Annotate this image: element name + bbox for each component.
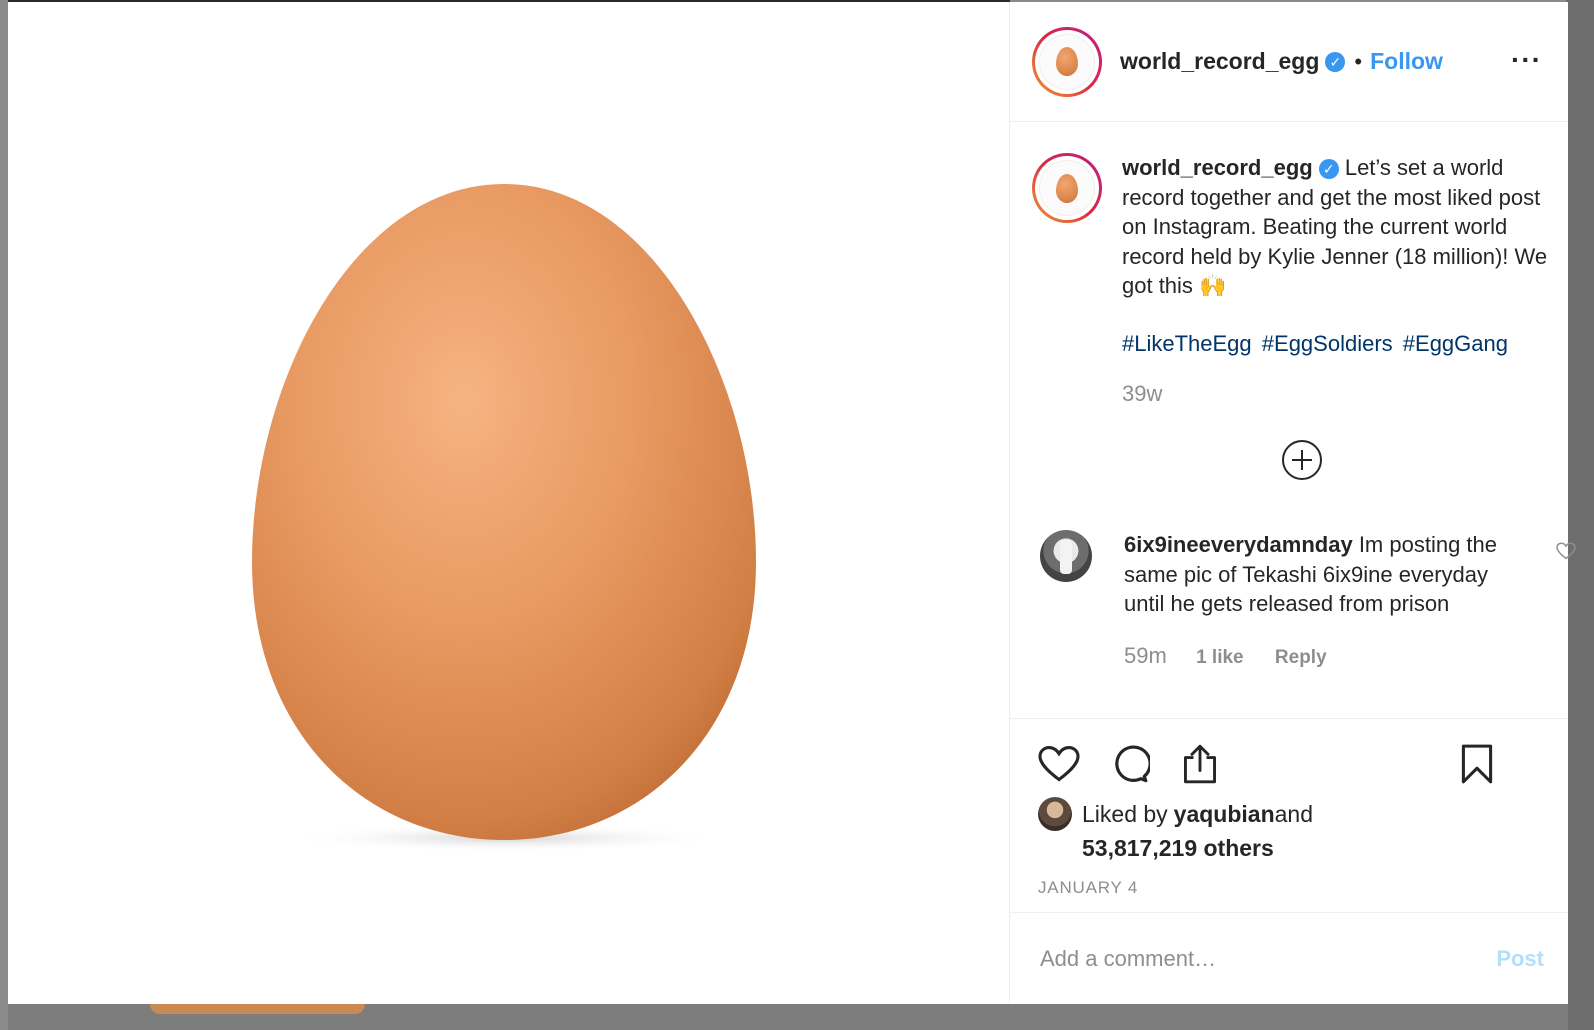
caption-story-ring[interactable] [1032, 153, 1102, 223]
liker-avatar[interactable] [1038, 797, 1072, 831]
more-options-icon[interactable]: ··· [1511, 44, 1542, 76]
actions-section: Liked by yaqubian and 53,817,219 others … [1010, 718, 1568, 912]
follow-button[interactable]: Follow [1370, 48, 1443, 75]
caption-avatar [1039, 160, 1095, 216]
story-ring[interactable] [1032, 26, 1102, 97]
header-username[interactable]: world_record_egg [1120, 48, 1319, 75]
backdrop-right-edge [1566, 0, 1594, 1030]
comment-icon[interactable] [1110, 744, 1150, 784]
comment-text-block: 6ix9ineeverydamnday Im posting the same … [1124, 530, 1504, 619]
avatar [1039, 33, 1095, 90]
post-date[interactable]: JANUARY 4 [1038, 878, 1546, 898]
caption-verified-icon: ✓ [1318, 159, 1339, 180]
post-side-panel: world_record_egg ✓ • Follow ··· world_re… [1010, 2, 1576, 1004]
comment-heart-icon[interactable] [1556, 542, 1576, 560]
liked-by-and: and [1274, 800, 1314, 827]
post-image[interactable] [8, 2, 1010, 1004]
post-modal: world_record_egg ✓ • Follow ··· world_re… [8, 2, 1576, 1004]
post-comment-button[interactable]: Post [1496, 946, 1544, 972]
liker-username[interactable]: yaqubian [1174, 801, 1275, 828]
caption-age: 39w [1122, 380, 1163, 406]
comment-input[interactable] [1040, 945, 1497, 972]
comments-area: world_record_egg ✓ Let’s set a world reco… [1010, 123, 1576, 718]
hashtag-liketheegg[interactable]: #LikeTheEgg [1122, 331, 1252, 356]
egg-photo [252, 184, 756, 852]
add-comment-bar: Post [1010, 912, 1568, 1004]
caption-username[interactable]: world_record_egg [1122, 155, 1313, 180]
background-egg-peek [150, 1004, 365, 1014]
caption: world_record_egg ✓ Let’s set a world reco… [1032, 153, 1547, 407]
hashtag-egggang[interactable]: #EggGang [1403, 331, 1508, 356]
commenter-avatar[interactable] [1040, 530, 1092, 582]
post-header: world_record_egg ✓ • Follow ··· [1010, 2, 1568, 122]
separator-dot: • [1354, 48, 1363, 74]
bookmark-icon[interactable] [1460, 743, 1494, 785]
share-icon[interactable] [1180, 743, 1220, 785]
caption-text-block: world_record_egg ✓ Let’s set a world reco… [1122, 153, 1554, 301]
plus-circle-icon[interactable] [1282, 440, 1322, 480]
reply-button[interactable]: Reply [1275, 647, 1327, 668]
hashtag-eggsoldiers[interactable]: #EggSoldiers [1262, 331, 1393, 356]
comment-likes-count[interactable]: 1 like [1196, 647, 1244, 668]
comment-age: 59m [1124, 642, 1167, 668]
action-icons [1038, 741, 1546, 787]
commenter-username[interactable]: 6ix9ineeverydamnday [1124, 532, 1353, 557]
verified-badge-icon: ✓ [1325, 51, 1346, 72]
liked-by-prefix: Liked by [1082, 800, 1168, 827]
comment-meta: 59m 1 like Reply [1124, 643, 1504, 669]
liked-by: Liked by yaqubian and [1038, 797, 1546, 831]
hashtags: #LikeTheEgg #EggSoldiers #EggGang [1122, 331, 1554, 357]
heart-icon[interactable] [1038, 745, 1080, 783]
comment-item: 6ix9ineeverydamnday Im posting the same … [1040, 530, 1576, 669]
likes-count[interactable]: 53,817,219 others [1082, 835, 1546, 862]
